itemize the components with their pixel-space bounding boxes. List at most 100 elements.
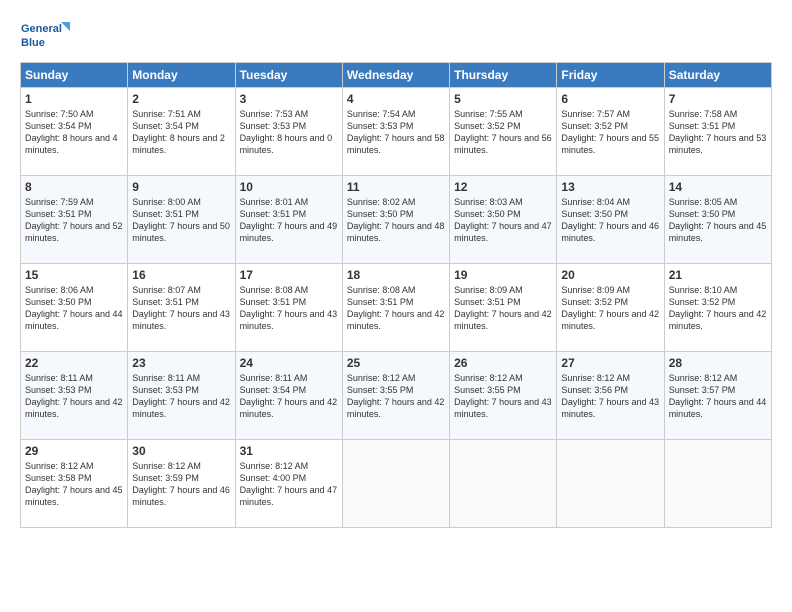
calendar-cell: 4Sunrise: 7:54 AMSunset: 3:53 PMDaylight…: [342, 88, 449, 176]
day-detail: Sunrise: 8:06 AMSunset: 3:50 PMDaylight:…: [25, 284, 123, 333]
day-detail: Sunrise: 8:12 AMSunset: 3:55 PMDaylight:…: [454, 372, 552, 421]
day-number: 13: [561, 180, 659, 194]
weekday-header-saturday: Saturday: [664, 63, 771, 88]
day-detail: Sunrise: 7:55 AMSunset: 3:52 PMDaylight:…: [454, 108, 552, 157]
calendar-cell: [557, 440, 664, 528]
calendar-cell: 24Sunrise: 8:11 AMSunset: 3:54 PMDayligh…: [235, 352, 342, 440]
calendar-cell: 1Sunrise: 7:50 AMSunset: 3:54 PMDaylight…: [21, 88, 128, 176]
calendar-cell: [342, 440, 449, 528]
day-number: 11: [347, 180, 445, 194]
calendar-cell: 14 Sunrise: 8:05 AMSunset: 3:50 PMDayligh…: [664, 176, 771, 264]
day-number: 6: [561, 92, 659, 106]
weekday-header-monday: Monday: [128, 63, 235, 88]
calendar-cell: 19Sunrise: 8:09 AMSunset: 3:51 PMDayligh…: [450, 264, 557, 352]
calendar-cell: 25 Sunrise: 8:12 AMSunset: 3:55 PMDayligh…: [342, 352, 449, 440]
day-detail: Sunrise: 8:12 AMSunset: 3:56 PMDaylight:…: [561, 372, 659, 421]
logo-icon: General Blue: [20, 16, 70, 54]
day-detail: Sunrise: 8:12 AMSunset: 3:59 PMDaylight:…: [132, 460, 230, 509]
day-detail: Sunrise: 8:08 AMSunset: 3:51 PMDaylight:…: [347, 284, 445, 333]
page-header: General Blue: [20, 16, 772, 54]
day-number: 24: [240, 356, 338, 370]
day-number: 4: [347, 92, 445, 106]
calendar-week-row: 8 Sunrise: 7:59 AMSunset: 3:51 PMDaylight…: [21, 176, 772, 264]
day-number: 22: [25, 356, 123, 370]
day-number: 19: [454, 268, 552, 282]
day-detail: Sunrise: 8:04 AMSunset: 3:50 PMDaylight:…: [561, 196, 659, 245]
calendar-cell: 5 Sunrise: 7:55 AMSunset: 3:52 PMDaylight…: [450, 88, 557, 176]
day-number: 10: [240, 180, 338, 194]
calendar-cell: 2 Sunrise: 7:51 AMSunset: 3:54 PMDaylight…: [128, 88, 235, 176]
calendar-cell: 21 Sunrise: 8:10 AMSunset: 3:52 PMDayligh…: [664, 264, 771, 352]
calendar-cell: 22 Sunrise: 8:11 AMSunset: 3:53 PMDayligh…: [21, 352, 128, 440]
day-number: 28: [669, 356, 767, 370]
day-detail: Sunrise: 8:12 AMSunset: 3:55 PMDaylight:…: [347, 372, 445, 421]
calendar-cell: 6 Sunrise: 7:57 AMSunset: 3:52 PMDaylight…: [557, 88, 664, 176]
day-number: 31: [240, 444, 338, 458]
day-number: 14: [669, 180, 767, 194]
calendar-cell: 29Sunrise: 8:12 AMSunset: 3:58 PMDayligh…: [21, 440, 128, 528]
day-detail: Sunrise: 7:58 AMSunset: 3:51 PMDaylight:…: [669, 108, 767, 157]
day-number: 29: [25, 444, 123, 458]
calendar-cell: 15Sunrise: 8:06 AMSunset: 3:50 PMDayligh…: [21, 264, 128, 352]
calendar-cell: [450, 440, 557, 528]
day-detail: Sunrise: 7:53 AMSunset: 3:53 PMDaylight:…: [240, 108, 338, 157]
calendar-cell: 17Sunrise: 8:08 AMSunset: 3:51 PMDayligh…: [235, 264, 342, 352]
calendar-cell: 9 Sunrise: 8:00 AMSunset: 3:51 PMDaylight…: [128, 176, 235, 264]
logo: General Blue: [20, 16, 70, 54]
calendar-cell: 18 Sunrise: 8:08 AMSunset: 3:51 PMDayligh…: [342, 264, 449, 352]
calendar-cell: 20 Sunrise: 8:09 AMSunset: 3:52 PMDayligh…: [557, 264, 664, 352]
day-detail: Sunrise: 8:00 AMSunset: 3:51 PMDaylight:…: [132, 196, 230, 245]
day-number: 5: [454, 92, 552, 106]
day-number: 8: [25, 180, 123, 194]
day-detail: Sunrise: 7:51 AMSunset: 3:54 PMDaylight:…: [132, 108, 230, 157]
calendar-week-row: 1Sunrise: 7:50 AMSunset: 3:54 PMDaylight…: [21, 88, 772, 176]
day-number: 20: [561, 268, 659, 282]
day-detail: Sunrise: 8:12 AMSunset: 4:00 PMDaylight:…: [240, 460, 338, 509]
day-detail: Sunrise: 8:07 AMSunset: 3:51 PMDaylight:…: [132, 284, 230, 333]
day-detail: Sunrise: 8:05 AMSunset: 3:50 PMDaylight:…: [669, 196, 767, 245]
day-number: 25: [347, 356, 445, 370]
day-number: 23: [132, 356, 230, 370]
weekday-header-sunday: Sunday: [21, 63, 128, 88]
calendar-cell: 23Sunrise: 8:11 AMSunset: 3:53 PMDayligh…: [128, 352, 235, 440]
day-detail: Sunrise: 8:10 AMSunset: 3:52 PMDaylight:…: [669, 284, 767, 333]
day-number: 18: [347, 268, 445, 282]
day-number: 2: [132, 92, 230, 106]
day-number: 7: [669, 92, 767, 106]
weekday-header-friday: Friday: [557, 63, 664, 88]
day-detail: Sunrise: 7:57 AMSunset: 3:52 PMDaylight:…: [561, 108, 659, 157]
weekday-header-thursday: Thursday: [450, 63, 557, 88]
day-number: 27: [561, 356, 659, 370]
calendar-cell: 27 Sunrise: 8:12 AMSunset: 3:56 PMDayligh…: [557, 352, 664, 440]
calendar-cell: 12Sunrise: 8:03 AMSunset: 3:50 PMDayligh…: [450, 176, 557, 264]
calendar-week-row: 15Sunrise: 8:06 AMSunset: 3:50 PMDayligh…: [21, 264, 772, 352]
calendar-cell: 30 Sunrise: 8:12 AMSunset: 3:59 PMDayligh…: [128, 440, 235, 528]
day-detail: Sunrise: 8:01 AMSunset: 3:51 PMDaylight:…: [240, 196, 338, 245]
day-detail: Sunrise: 8:11 AMSunset: 3:53 PMDaylight:…: [25, 372, 123, 421]
calendar-cell: 10 Sunrise: 8:01 AMSunset: 3:51 PMDayligh…: [235, 176, 342, 264]
day-number: 1: [25, 92, 123, 106]
calendar-cell: 7 Sunrise: 7:58 AMSunset: 3:51 PMDaylight…: [664, 88, 771, 176]
calendar-cell: 28Sunrise: 8:12 AMSunset: 3:57 PMDayligh…: [664, 352, 771, 440]
svg-text:General: General: [21, 23, 62, 35]
calendar-cell: 11 Sunrise: 8:02 AMSunset: 3:50 PMDayligh…: [342, 176, 449, 264]
day-number: 3: [240, 92, 338, 106]
day-number: 30: [132, 444, 230, 458]
day-number: 17: [240, 268, 338, 282]
day-number: 21: [669, 268, 767, 282]
day-number: 9: [132, 180, 230, 194]
svg-text:Blue: Blue: [21, 37, 45, 49]
calendar-week-row: 29Sunrise: 8:12 AMSunset: 3:58 PMDayligh…: [21, 440, 772, 528]
calendar-cell: 8 Sunrise: 7:59 AMSunset: 3:51 PMDaylight…: [21, 176, 128, 264]
day-detail: Sunrise: 8:09 AMSunset: 3:52 PMDaylight:…: [561, 284, 659, 333]
weekday-header-row: SundayMondayTuesdayWednesdayThursdayFrid…: [21, 63, 772, 88]
calendar-table: SundayMondayTuesdayWednesdayThursdayFrid…: [20, 62, 772, 528]
day-detail: Sunrise: 8:02 AMSunset: 3:50 PMDaylight:…: [347, 196, 445, 245]
calendar-cell: [664, 440, 771, 528]
calendar-cell: 26Sunrise: 8:12 AMSunset: 3:55 PMDayligh…: [450, 352, 557, 440]
calendar-cell: 13 Sunrise: 8:04 AMSunset: 3:50 PMDayligh…: [557, 176, 664, 264]
weekday-header-tuesday: Tuesday: [235, 63, 342, 88]
calendar-cell: 16Sunrise: 8:07 AMSunset: 3:51 PMDayligh…: [128, 264, 235, 352]
day-number: 12: [454, 180, 552, 194]
day-detail: Sunrise: 7:59 AMSunset: 3:51 PMDaylight:…: [25, 196, 123, 245]
